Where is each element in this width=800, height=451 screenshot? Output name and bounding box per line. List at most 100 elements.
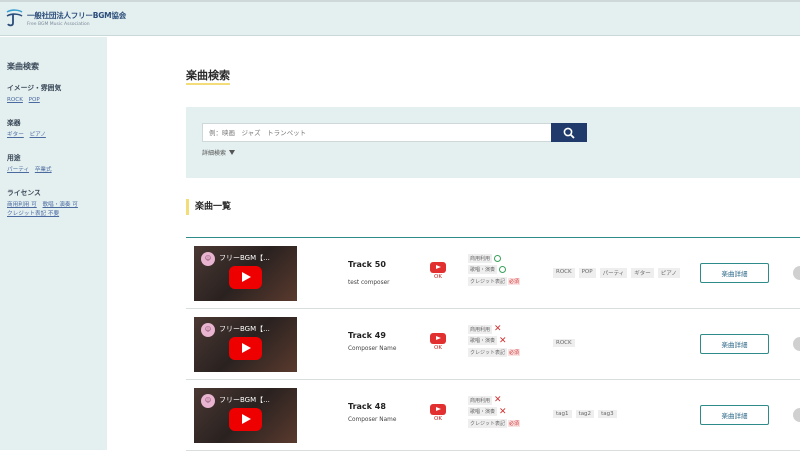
video-thumbnail[interactable]: ☺ フリーBGM【... (194, 388, 297, 443)
video-thumbnail[interactable]: ☺ フリーBGM【... (194, 317, 297, 372)
channel-avatar: ☺ (201, 252, 215, 266)
youtube-play-icon[interactable] (229, 408, 262, 431)
sidebar-link-credit[interactable]: クレジット表記 不要 (7, 211, 59, 217)
license-credit-label: クレジット表記 (468, 347, 508, 357)
ok-label: OK (434, 345, 442, 351)
youtube-icon (430, 404, 446, 415)
credit-required-badge: 必須 (508, 277, 521, 285)
tag[interactable]: ROCK (553, 268, 575, 278)
video-thumbnail[interactable]: ☺ フリーBGM【... (194, 246, 297, 301)
sidebar-link-commercial[interactable]: 商用利用 可 (7, 202, 37, 208)
license-commercial-label: 商用利用 (468, 253, 493, 263)
tag[interactable]: パーティ (599, 268, 628, 278)
sidebar-link-pop[interactable]: POP (29, 97, 40, 103)
sidebar-title: 楽曲検索 (7, 62, 39, 71)
video-title: フリーBGM【... (219, 254, 270, 262)
channel-avatar: ☺ (201, 394, 215, 408)
search-input[interactable] (202, 123, 552, 142)
page-title: 楽曲検索 (186, 69, 230, 82)
youtube-ok-badge: OK (428, 404, 448, 422)
sidebar-link-perform[interactable]: 歌唱・演奏 可 (43, 202, 78, 208)
youtube-ok-badge: OK (428, 333, 448, 351)
site-header: 一般社団法人フリーBGM協会 Free BGM Music Associatio… (0, 2, 800, 36)
tag[interactable]: ROCK (553, 339, 575, 347)
sidebar-group-heading: 楽器 (7, 119, 21, 127)
tag[interactable]: tag2 (575, 410, 595, 418)
tag-list: ROCK POP パーティ ギター ピアノ (553, 268, 684, 278)
license-commercial-label: 商用利用 (468, 324, 493, 334)
tag[interactable]: POP (578, 268, 596, 278)
search-button[interactable] (551, 123, 587, 142)
track-detail-button[interactable]: 楽曲詳細 (700, 263, 769, 283)
tag-list: ROCK (553, 339, 579, 347)
favorite-icon[interactable] (793, 408, 800, 422)
composer-name: test composer (348, 280, 390, 286)
license-perform-label: 歌唱・演奏 (468, 407, 498, 416)
logo-mark-icon (4, 8, 24, 28)
video-title: フリーBGM【... (219, 325, 270, 333)
circle-ok-icon (499, 266, 507, 273)
license-info: 商用利用 ✕ 歌唱・演奏 ✕ クレジット表記 必須 (468, 395, 521, 431)
youtube-icon (430, 262, 446, 273)
tag-list: tag1 tag2 tag3 (553, 410, 621, 418)
ok-label: OK (434, 416, 442, 422)
track-list: ☺ フリーBGM【... Track 50 test composer OK 商… (186, 237, 800, 451)
youtube-icon (430, 333, 446, 344)
youtube-ok-badge: OK (428, 262, 448, 280)
license-perform-label: 歌唱・演奏 (468, 336, 498, 345)
sidebar: 楽曲検索 イメージ・雰囲気 ROCK POP 楽器 ギター ピアノ 用途 パーテ… (0, 37, 107, 450)
youtube-play-icon[interactable] (229, 266, 262, 289)
license-credit-label: クレジット表記 (468, 418, 508, 428)
sidebar-link-party[interactable]: パーティ (7, 167, 29, 173)
sidebar-link-rock[interactable]: ROCK (7, 97, 23, 103)
credit-required-badge: 必須 (508, 348, 521, 356)
advanced-search-toggle[interactable]: 詳細検索 (202, 148, 236, 157)
favorite-icon[interactable] (793, 337, 800, 351)
license-credit-label: クレジット表記 (468, 276, 508, 286)
page-title-underline (186, 83, 230, 85)
advanced-search-label: 詳細検索 (202, 150, 227, 157)
sidebar-group-image: イメージ・雰囲気 ROCK POP (7, 82, 107, 105)
tag[interactable]: ピアノ (657, 268, 680, 278)
sidebar-group-heading: イメージ・雰囲気 (7, 84, 62, 92)
tag[interactable]: tag3 (598, 410, 617, 418)
sidebar-link-guitar[interactable]: ギター (7, 132, 24, 138)
track-name: Track 48 (348, 402, 386, 411)
track-row: ☺ フリーBGM【... Track 49 Composer Name OK 商… (186, 309, 800, 380)
search-icon (563, 127, 575, 139)
track-row: ☺ フリーBGM【... Track 48 Composer Name OK 商… (186, 380, 800, 451)
sidebar-link-piano[interactable]: ピアノ (30, 132, 46, 138)
tag[interactable]: ギター (631, 268, 654, 278)
track-list-title: 楽曲一覧 (186, 199, 231, 215)
video-title: フリーBGM【... (219, 396, 270, 404)
cross-ng-icon: ✕ (494, 324, 502, 334)
tag[interactable]: tag1 (553, 410, 572, 418)
main-content: 楽曲検索 詳細検索 楽曲一覧 ☺ フリーBGM【... Track 50 tes… (107, 37, 800, 451)
ok-label: OK (434, 274, 442, 280)
youtube-play-icon[interactable] (229, 337, 262, 360)
sidebar-group-heading: 用途 (7, 154, 21, 162)
credit-required-badge: 必須 (508, 419, 521, 427)
license-perform-label: 歌唱・演奏 (468, 265, 498, 274)
license-commercial-label: 商用利用 (468, 395, 493, 405)
sidebar-group-usage: 用途 パーティ 卒業式 (7, 152, 107, 175)
cross-ng-icon: ✕ (499, 335, 507, 346)
track-detail-button[interactable]: 楽曲詳細 (700, 405, 769, 425)
track-name: Track 50 (348, 260, 386, 269)
favorite-icon[interactable] (793, 266, 800, 280)
composer-name: Composer Name (348, 417, 397, 423)
sidebar-link-graduation[interactable]: 卒業式 (35, 167, 52, 173)
license-info: 商用利用 ✕ 歌唱・演奏 ✕ クレジット表記 必須 (468, 324, 521, 360)
logo-name: 一般社団法人フリーBGM協会 (27, 10, 127, 20)
search-panel: 詳細検索 (186, 107, 800, 178)
track-name: Track 49 (348, 331, 386, 340)
sidebar-group-heading: ライセンス (7, 189, 41, 197)
track-row: ☺ フリーBGM【... Track 50 test composer OK 商… (186, 238, 800, 309)
circle-ok-icon (494, 254, 502, 262)
logo-sub: Free BGM Music Association (27, 21, 90, 27)
composer-name: Composer Name (348, 346, 397, 352)
cross-ng-icon: ✕ (494, 395, 502, 405)
channel-avatar: ☺ (201, 323, 215, 337)
site-logo[interactable]: 一般社団法人フリーBGM協会 Free BGM Music Associatio… (4, 8, 126, 28)
track-detail-button[interactable]: 楽曲詳細 (700, 334, 769, 354)
